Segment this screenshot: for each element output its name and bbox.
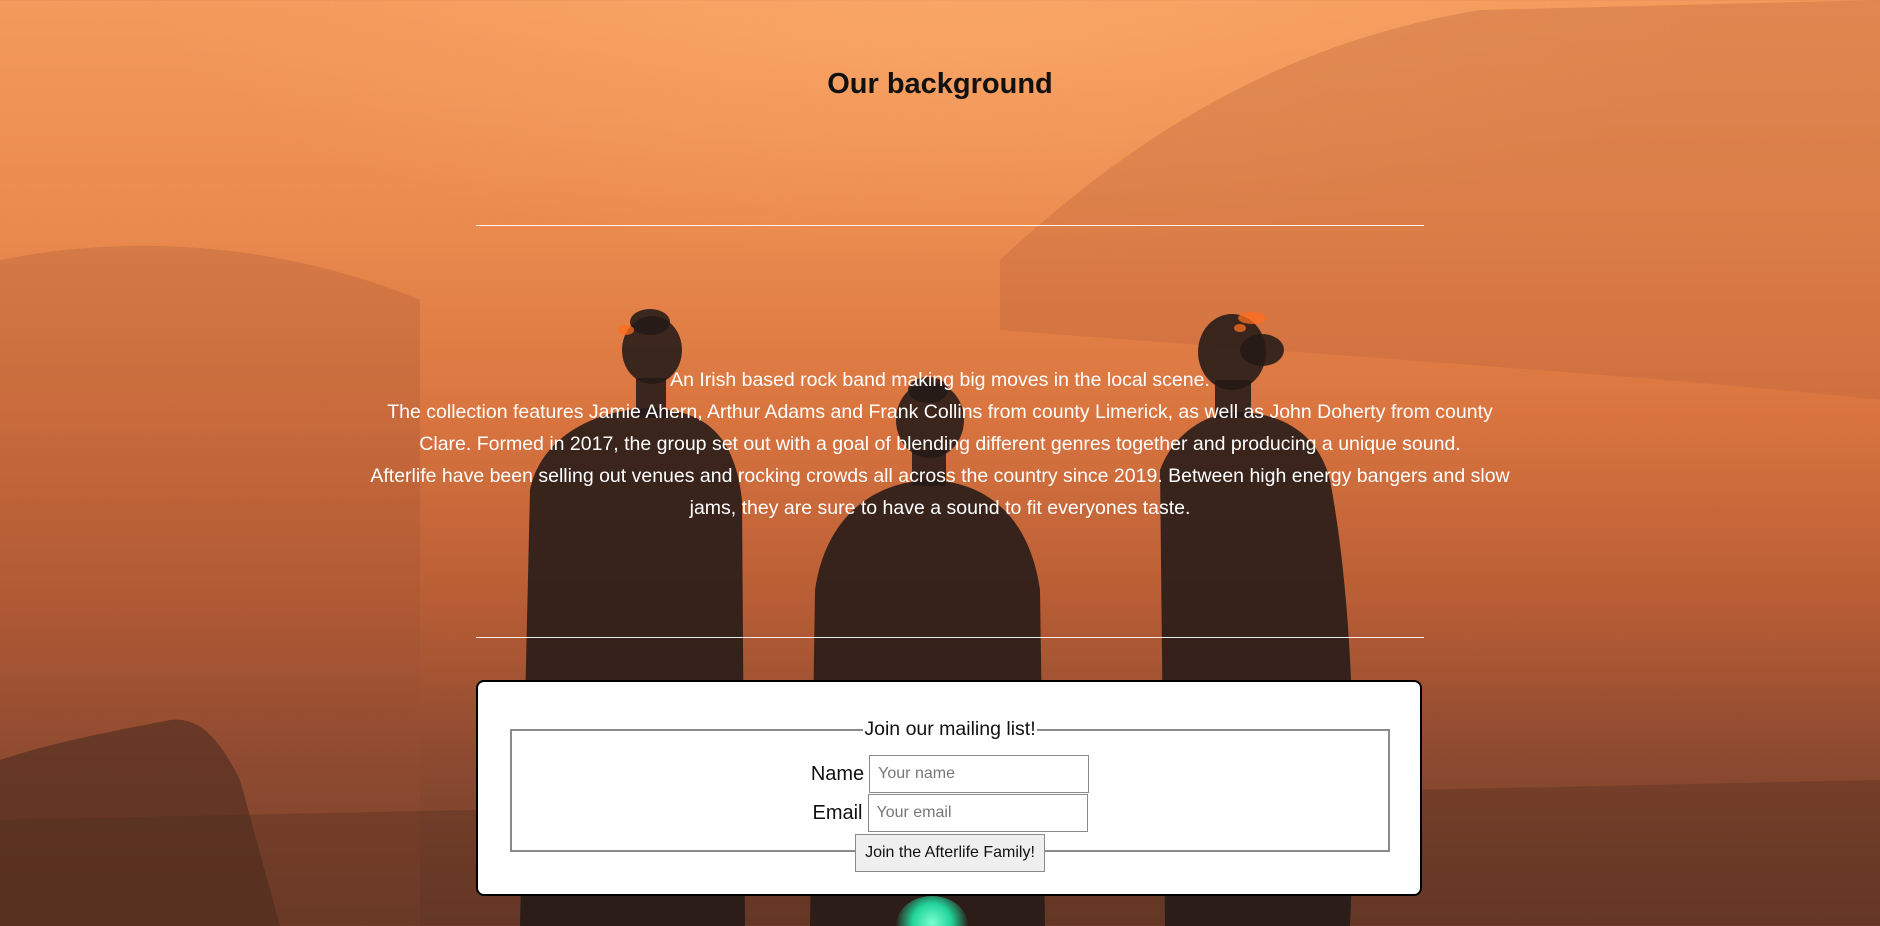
mailing-list-form: Join our mailing list! Name Email Join t… xyxy=(476,680,1422,896)
name-input[interactable] xyxy=(869,755,1090,793)
about-line-intro: An Irish based rock band making big move… xyxy=(670,369,1210,391)
email-row: Email xyxy=(512,794,1388,832)
email-input[interactable] xyxy=(867,794,1088,832)
about-line-members: The collection features Jamie Ahern, Art… xyxy=(387,401,1493,455)
mailing-list-fieldset: Join our mailing list! Name Email Join t… xyxy=(510,718,1390,872)
email-label: Email xyxy=(812,801,863,824)
bottom-divider xyxy=(476,637,1424,638)
name-label: Name xyxy=(810,762,865,785)
far-hill xyxy=(1000,0,1880,400)
join-button[interactable]: Join the Afterlife Family! xyxy=(855,834,1045,872)
about-line-history: Afterlife have been selling out venues a… xyxy=(370,465,1510,519)
mailing-list-legend: Join our mailing list! xyxy=(864,718,1036,740)
about-section: An Irish based rock band making big move… xyxy=(370,364,1510,524)
submit-row: Join the Afterlife Family! xyxy=(512,834,1388,872)
page-title: Our background xyxy=(827,68,1053,100)
top-divider xyxy=(476,225,1424,226)
name-row: Name xyxy=(512,755,1388,793)
